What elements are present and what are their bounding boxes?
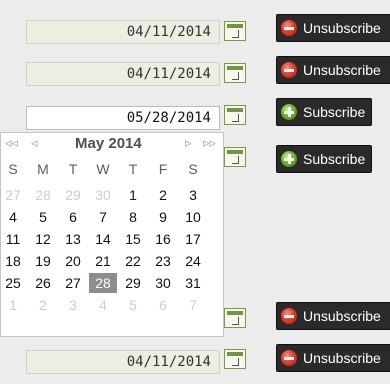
button-label: Unsubscribe — [303, 350, 381, 366]
calendar-day[interactable]: 22 — [122, 251, 144, 271]
date-field[interactable]: 04/11/2014 — [26, 350, 220, 374]
calendar-day[interactable]: 3 — [182, 185, 204, 205]
calendar-day[interactable]: 23 — [152, 251, 174, 271]
calendar-day[interactable]: 1 — [2, 295, 24, 315]
prev-month-button[interactable]: ◃ — [31, 135, 38, 151]
subscription-row: 04/11/2014 Unsubscribe — [0, 56, 390, 96]
minus-circle-icon — [281, 308, 297, 324]
unsubscribe-button[interactable]: Unsubscribe — [276, 344, 390, 372]
calendar-header: ◃◃ ◃ May 2014 ▹ ▹▹ — [1, 133, 225, 155]
date-field[interactable]: 04/11/2014 — [26, 62, 220, 86]
calendar-day[interactable]: 18 — [2, 251, 24, 271]
calendar-day[interactable]: 26 — [32, 273, 54, 293]
calendar-day[interactable]: 30 — [92, 185, 114, 205]
calendar-day[interactable]: 5 — [32, 207, 54, 227]
calendar-week: 1 2 3 4 5 6 7 — [1, 295, 225, 317]
subscribe-button[interactable]: Subscribe — [276, 145, 372, 173]
next-year-button[interactable]: ▹▹ — [203, 135, 216, 151]
prev-year-button[interactable]: ◃◃ — [5, 135, 18, 151]
calendar-day[interactable]: 21 — [92, 251, 114, 271]
calendar-day[interactable]: 15 — [122, 229, 144, 249]
weekday-label: W — [96, 161, 110, 177]
unsubscribe-button[interactable]: Unsubscribe — [276, 14, 390, 42]
button-label: Subscribe — [303, 151, 366, 167]
calendar-day[interactable]: 16 — [152, 229, 174, 249]
weekday-label: S — [8, 161, 18, 177]
plus-circle-icon — [281, 104, 297, 120]
calendar-day[interactable]: 13 — [62, 229, 84, 249]
subscribe-button[interactable]: Subscribe — [276, 98, 372, 126]
calendar-day[interactable]: 1 — [122, 185, 144, 205]
button-label: Unsubscribe — [303, 308, 381, 324]
calendar-day[interactable]: 8 — [122, 207, 144, 227]
calendar-icon[interactable] — [224, 105, 246, 125]
calendar-week: 4 5 6 7 8 9 10 — [1, 207, 225, 229]
minus-circle-icon — [281, 350, 297, 366]
button-label: Unsubscribe — [303, 20, 381, 36]
weekday-label: F — [158, 161, 168, 177]
calendar-day[interactable]: 28 — [32, 185, 54, 205]
weekday-label: T — [128, 161, 138, 177]
calendar-day[interactable]: 19 — [32, 251, 54, 271]
calendar-day[interactable]: 14 — [92, 229, 114, 249]
calendar-day[interactable]: 30 — [152, 273, 174, 293]
calendar-week: 11 12 13 14 15 16 17 — [1, 229, 225, 251]
minus-circle-icon — [281, 20, 297, 36]
calendar-day[interactable]: 4 — [2, 207, 24, 227]
calendar-day[interactable]: 7 — [182, 295, 204, 315]
calendar-day[interactable]: 20 — [62, 251, 84, 271]
calendar-day-selected[interactable]: 28 — [89, 273, 117, 293]
calendar-day[interactable]: 6 — [152, 295, 174, 315]
button-label: Subscribe — [303, 104, 366, 120]
weekday-label: T — [68, 161, 78, 177]
weekday-label: S — [188, 161, 198, 177]
calendar-day[interactable]: 10 — [182, 207, 204, 227]
weekday-header: S M T W T F S — [1, 161, 225, 181]
calendar-day[interactable]: 2 — [152, 185, 174, 205]
calendar-day[interactable]: 24 — [182, 251, 204, 271]
calendar-day[interactable]: 27 — [2, 185, 24, 205]
calendar-week: 25 26 27 28 29 30 31 — [1, 273, 225, 295]
weekday-label: M — [37, 161, 49, 177]
calendar-day[interactable]: 31 — [182, 273, 204, 293]
calendar-day[interactable]: 29 — [62, 185, 84, 205]
calendar-day[interactable]: 11 — [2, 229, 24, 249]
next-month-button[interactable]: ▹ — [185, 135, 192, 151]
date-field[interactable]: 04/11/2014 — [26, 20, 220, 44]
calendar-day[interactable]: 12 — [32, 229, 54, 249]
calendar-day[interactable]: 7 — [92, 207, 114, 227]
date-picker-popup: ◃◃ ◃ May 2014 ▹ ▹▹ S M T W T F S 27 28 2… — [0, 132, 224, 337]
calendar-icon[interactable] — [224, 63, 246, 83]
date-field[interactable]: 05/28/2014 — [26, 106, 220, 130]
calendar-day[interactable]: 27 — [62, 273, 84, 293]
subscription-row: 04/11/2014 Unsubscribe — [0, 14, 390, 54]
button-label: Unsubscribe — [303, 62, 381, 78]
month-title: May 2014 — [75, 135, 142, 152]
calendar-day[interactable]: 3 — [62, 295, 84, 315]
calendar-week: 27 28 29 30 1 2 3 — [1, 185, 225, 207]
subscription-row: 04/11/2014 Unsubscribe — [0, 344, 390, 384]
calendar-week: 18 19 20 21 22 23 24 — [1, 251, 225, 273]
unsubscribe-button[interactable]: Unsubscribe — [276, 56, 390, 84]
calendar-day[interactable]: 6 — [62, 207, 84, 227]
calendar-day[interactable]: 4 — [92, 295, 114, 315]
calendar-icon[interactable] — [224, 147, 246, 167]
calendar-icon[interactable] — [224, 21, 246, 41]
plus-circle-icon — [281, 151, 297, 167]
calendar-day[interactable]: 2 — [32, 295, 54, 315]
calendar-day[interactable]: 29 — [122, 273, 144, 293]
calendar-day[interactable]: 9 — [152, 207, 174, 227]
calendar-day[interactable]: 25 — [2, 273, 24, 293]
unsubscribe-button[interactable]: Unsubscribe — [276, 302, 390, 330]
calendar-icon[interactable] — [224, 308, 246, 328]
calendar-day[interactable]: 5 — [122, 295, 144, 315]
calendar-icon[interactable] — [224, 349, 246, 369]
minus-circle-icon — [281, 62, 297, 78]
calendar-day[interactable]: 17 — [182, 229, 204, 249]
